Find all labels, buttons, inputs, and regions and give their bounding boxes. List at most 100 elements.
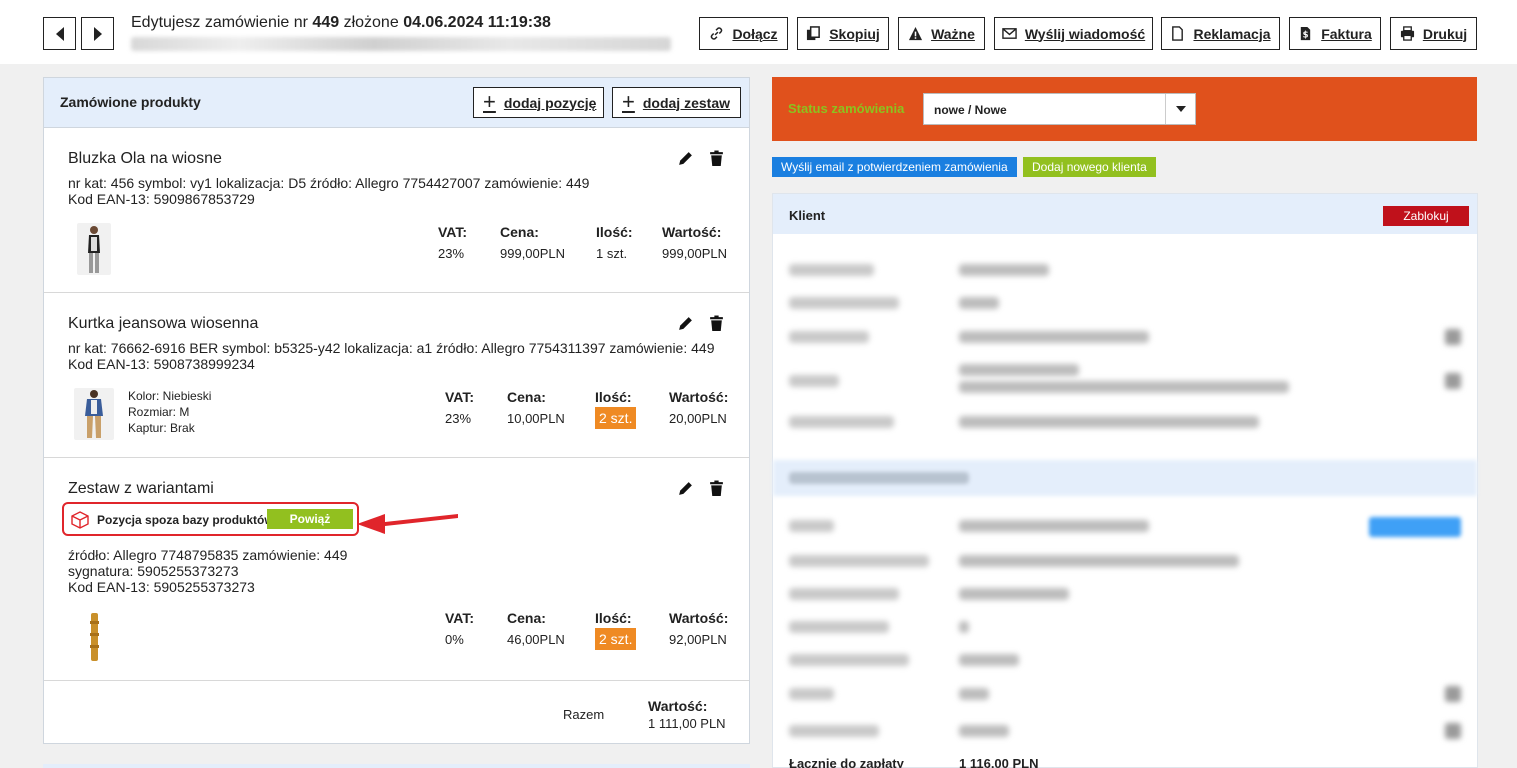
- invoice-label: Faktura: [1321, 25, 1372, 42]
- copy-label: Skopiuj: [829, 25, 880, 42]
- value-column: Wartość: 20,00PLN: [669, 389, 728, 426]
- redacted-field: [789, 654, 1461, 668]
- send-message-button[interactable]: Wyślij wiadomość: [994, 17, 1153, 50]
- summary-value-header: Wartość:: [648, 698, 708, 714]
- status-label: Status zamówienia: [788, 101, 905, 116]
- product-details: nr kat: 456 symbol: vy1 lokalizacja: D5 …: [68, 175, 590, 191]
- arrow-right-icon: [93, 26, 102, 41]
- send-confirmation-email-button[interactable]: Wyślij email z potwierdzeniem zamówienia: [772, 157, 1017, 177]
- next-order-button[interactable]: [81, 17, 114, 50]
- pencil-icon[interactable]: [677, 315, 694, 332]
- box-icon: [71, 511, 89, 529]
- link-icon: [711, 27, 723, 40]
- status-select[interactable]: nowe / Nowe: [923, 93, 1196, 125]
- pencil-icon[interactable]: [677, 150, 694, 167]
- status-selected-value: nowe / Nowe: [934, 103, 1007, 117]
- qty-column: Ilość: 2 szt.: [595, 389, 637, 429]
- outside-database-notice: Pozycja spoza bazy produktów Powiąż: [62, 502, 359, 536]
- add-set-button[interactable]: + dodaj zestaw: [612, 87, 741, 118]
- products-header: Zamówione produkty + dodaj pozycję + dod…: [44, 78, 749, 128]
- document-icon: [1172, 26, 1184, 41]
- qty-header: Ilość:: [596, 224, 633, 240]
- vat-column: VAT: 23%: [438, 224, 467, 261]
- qty-column: Ilość: 2 szt.: [595, 610, 637, 650]
- products-title: Zamówione produkty: [60, 94, 201, 110]
- value-header: Wartość:: [669, 610, 729, 626]
- invoice-button[interactable]: $ Faktura: [1289, 17, 1381, 50]
- arrow-left-icon: [55, 26, 64, 41]
- total-to-pay-row: Łącznie do zapłaty 1 116,00 PLN: [789, 756, 1039, 768]
- value-value: 92,00PLN: [669, 632, 727, 647]
- value-header: Wartość:: [662, 224, 722, 240]
- order-summary: Razem Wartość: 1 111,00 PLN: [44, 681, 749, 743]
- svg-text:$: $: [1303, 29, 1309, 39]
- ordered-products-panel: Zamówione produkty + dodaj pozycję + dod…: [43, 77, 750, 744]
- add-new-client-button[interactable]: Dodaj nowego klienta: [1023, 157, 1156, 177]
- attach-label: Dołącz: [732, 25, 778, 42]
- qty-value: 1 szt.: [596, 246, 628, 261]
- total-label: Łącznie do zapłaty: [789, 756, 904, 768]
- pencil-icon[interactable]: [677, 480, 694, 497]
- redacted-field: [789, 264, 1461, 278]
- variant-hood: Kaptur: Brak: [128, 421, 195, 435]
- trash-icon[interactable]: [708, 150, 725, 167]
- plus-icon: +: [622, 88, 635, 114]
- variant-size: Rozmiar: M: [128, 405, 190, 419]
- redacted-field: [789, 373, 1461, 393]
- complaint-label: Reklamacja: [1193, 25, 1271, 42]
- redacted-field: [789, 416, 1461, 430]
- add-item-button[interactable]: + dodaj pozycję: [473, 87, 604, 118]
- important-button[interactable]: Ważne: [898, 17, 985, 50]
- add-set-label: dodaj zestaw: [642, 94, 730, 111]
- title-prefix: Edytujesz zamówienie nr: [131, 14, 308, 31]
- copy-icon: [807, 26, 821, 41]
- outside-database-label: Pozycja spoza bazy produktów: [97, 513, 274, 527]
- previous-order-button[interactable]: [43, 17, 76, 50]
- qty-column: Ilość: 1 szt.: [596, 224, 633, 261]
- order-date: 04.06.2024 11:19:38: [403, 14, 551, 31]
- next-section-strip: [43, 764, 750, 768]
- invoice-icon: $: [1301, 26, 1311, 41]
- link-product-button[interactable]: Powiąż: [267, 509, 353, 529]
- price-column: Cena: 999,00PLN: [500, 224, 565, 261]
- product-row: Zestaw z wariantami Pozycja spoza bazy p…: [44, 458, 749, 681]
- value-value: 999,00PLN: [662, 246, 728, 261]
- plus-icon: +: [483, 88, 496, 114]
- product-thumbnail: [74, 388, 114, 440]
- trash-icon[interactable]: [708, 315, 725, 332]
- add-item-label: dodaj pozycję: [503, 94, 597, 111]
- copy-button[interactable]: Skopiuj: [797, 17, 889, 50]
- product-ean: Kod EAN-13: 5908738999234: [68, 356, 255, 372]
- important-label: Ważne: [931, 25, 975, 42]
- chevron-down-icon[interactable]: [1165, 94, 1195, 124]
- vat-header: VAT:: [445, 610, 475, 626]
- print-button[interactable]: Drukuj: [1390, 17, 1477, 50]
- product-ean: Kod EAN-13: 5905255373273: [68, 579, 255, 595]
- product-ean: Kod EAN-13: 5909867853729: [68, 191, 255, 207]
- product-row: Kurtka jeansowa wiosenna nr kat: 76662-6…: [44, 293, 749, 458]
- price-header: Cena:: [507, 610, 546, 626]
- client-panel: Klient Zablokuj Łącznie do zapłaty 1 116…: [772, 193, 1478, 768]
- vat-header: VAT:: [438, 224, 468, 240]
- redacted-field: [789, 588, 1461, 602]
- value-column: Wartość: 92,00PLN: [669, 610, 728, 647]
- value-value: 20,00PLN: [669, 411, 727, 426]
- redacted-field: [789, 723, 1461, 739]
- block-client-button[interactable]: Zablokuj: [1383, 206, 1469, 226]
- redacted-field: [789, 686, 1461, 702]
- warning-icon: [909, 26, 923, 41]
- trash-icon[interactable]: [708, 480, 725, 497]
- price-header: Cena:: [500, 224, 539, 240]
- price-value: 10,00PLN: [507, 411, 565, 426]
- product-name: Zestaw z wariantami: [68, 480, 214, 497]
- qty-header: Ilość:: [595, 610, 632, 626]
- redacted-action-button[interactable]: [1369, 517, 1461, 537]
- redacted-field: [789, 329, 1461, 345]
- page-title: Edytujesz zamówienie nr 449 złożone 04.0…: [131, 14, 551, 32]
- complaint-button[interactable]: Reklamacja: [1161, 17, 1280, 50]
- attach-button[interactable]: Dołącz: [699, 17, 788, 50]
- product-name: Kurtka jeansowa wiosenna: [68, 315, 259, 332]
- envelope-icon: [1002, 28, 1017, 39]
- price-column: Cena: 10,00PLN: [507, 389, 565, 426]
- total-value: 1 116,00 PLN: [959, 756, 1039, 768]
